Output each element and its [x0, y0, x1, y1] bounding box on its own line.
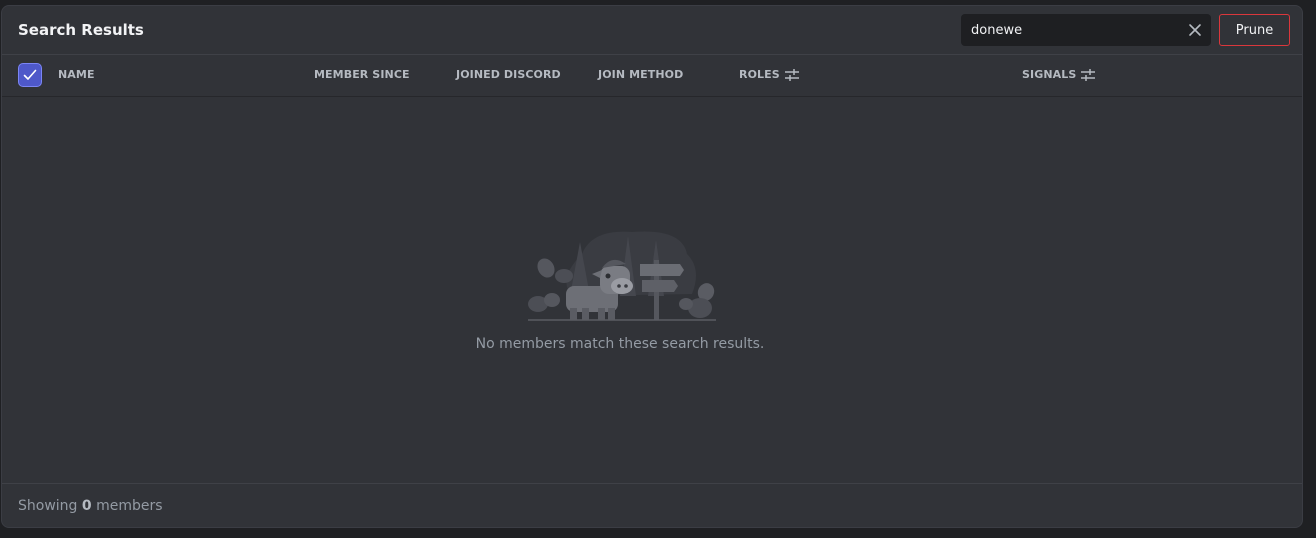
column-signals: SIGNALS: [1022, 68, 1077, 81]
search-input[interactable]: [961, 14, 1171, 46]
table-header: NAME MEMBER SINCE JOINED DISCORD JOIN ME…: [2, 55, 1302, 97]
clear-search-icon[interactable]: [1187, 22, 1203, 38]
column-roles: ROLES: [739, 68, 780, 81]
column-join-method[interactable]: JOIN METHOD: [598, 68, 683, 82]
panel-footer: Showing 0 members: [2, 483, 1302, 527]
cow-forest-illustration-icon: [522, 224, 722, 328]
signals-filter-icon[interactable]: [1080, 67, 1096, 83]
select-all-checkbox[interactable]: [18, 63, 42, 87]
panel-header: Search Results Prune: [2, 6, 1302, 55]
column-joined-discord[interactable]: JOINED DISCORD: [456, 68, 561, 82]
checkmark-icon: [23, 69, 37, 80]
member-count-value: 0: [81, 498, 92, 514]
member-count-prefix: Showing: [18, 498, 78, 514]
column-name[interactable]: NAME: [58, 68, 95, 82]
search-results-panel: Search Results Prune NAME MEMBER SINCE J…: [1, 5, 1303, 528]
member-count-summary: Showing 0 members: [18, 497, 163, 515]
empty-state-message: No members match these search results.: [475, 336, 765, 352]
panel-title: Search Results: [18, 21, 144, 39]
roles-filter-icon[interactable]: [784, 67, 800, 83]
member-count-suffix: members: [96, 498, 163, 514]
column-member-since[interactable]: MEMBER SINCE: [314, 68, 410, 82]
prune-button[interactable]: Prune: [1219, 14, 1290, 46]
search-box: [961, 14, 1211, 46]
